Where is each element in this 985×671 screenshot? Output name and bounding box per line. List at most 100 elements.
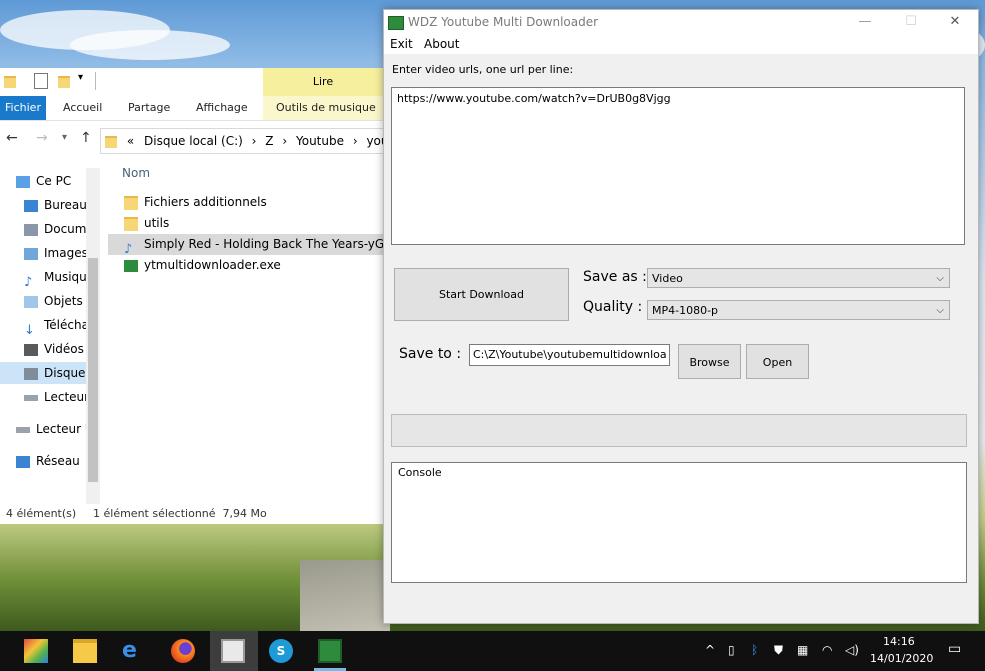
list-item-selected[interactable]: ♪ Simply Red - Holding Back The Years-yG.…	[108, 234, 383, 255]
breadcrumb-current[interactable]: youtub	[366, 134, 383, 148]
taskbar: e S ^ ▯ ᛒ ⛊ ▦ ◠ ◁) 14:16 14/01/2020 ▭	[0, 631, 985, 671]
drive-icon	[24, 367, 38, 380]
status-selection: 1 élément sélectionné 7,94 Mo	[93, 507, 267, 520]
new-folder-icon[interactable]	[58, 76, 70, 88]
audio-file-icon: ♪	[124, 241, 133, 256]
bluetooth-icon[interactable]: ᛒ	[751, 643, 758, 657]
navigation-pane: Ce PC Bureau Docum Images ♪ Musiqu Objets…	[0, 168, 100, 504]
shield-icon[interactable]: ⛊	[774, 643, 783, 658]
desktop-icon	[24, 199, 38, 212]
start-download-button[interactable]: Start Download	[394, 268, 569, 321]
s-app-icon[interactable]: S	[269, 639, 293, 663]
chevron-down-icon: ⌵	[936, 273, 944, 284]
road	[300, 560, 390, 631]
address-bar-row: ← → ▾ ↑ « Disque local (C:) › Z › Youtub…	[0, 126, 383, 154]
maximize-icon[interactable]: ☐	[888, 10, 934, 34]
properties-icon[interactable]	[34, 73, 48, 89]
edge-icon[interactable]: e	[122, 639, 146, 663]
address-box[interactable]: « Disque local (C:) › Z › Youtube › yout…	[100, 128, 383, 154]
nav-label: Bureau	[44, 198, 87, 212]
downloader-window[interactable]: WDZ Youtube Multi Downloader — ☐ ✕ Exit …	[383, 9, 979, 624]
file-name: Simply Red - Holding Back The Years-yG..…	[144, 237, 383, 251]
menu-bar: Exit About	[384, 34, 978, 54]
quality-select[interactable]: MP4-1080-p ⌵	[647, 300, 950, 320]
tab-fichier[interactable]: Fichier	[0, 96, 46, 120]
file-list: Nom Fichiers additionnels utils ♪ Simply …	[108, 160, 383, 500]
breadcrumb-z[interactable]: Z	[265, 134, 273, 148]
nav-scrollbar-thumb[interactable]	[88, 258, 98, 482]
chevron-down-icon: ⌵	[936, 305, 944, 316]
close-icon[interactable]: ✕	[932, 10, 978, 34]
breadcrumb-disque[interactable]: Disque local (C:)	[144, 134, 243, 148]
save-as-value: Video	[652, 272, 683, 285]
nav-label: Lecteur	[44, 390, 90, 404]
breadcrumb-sep[interactable]: ›	[252, 134, 257, 148]
minimize-icon[interactable]: —	[842, 10, 888, 34]
usb-drive-icon	[16, 426, 30, 433]
quality-label: Quality :	[583, 299, 643, 315]
nav-label: Vidéos	[44, 342, 84, 356]
up-icon[interactable]: ↑	[80, 130, 92, 146]
menu-about[interactable]: About	[424, 34, 459, 54]
column-header-name[interactable]: Nom	[122, 166, 150, 180]
usb-icon[interactable]: ▯	[728, 643, 735, 657]
back-icon[interactable]: ←	[6, 130, 18, 146]
breadcrumb-overflow[interactable]: «	[127, 134, 134, 148]
tab-affichage[interactable]: Affichage	[196, 96, 248, 120]
breadcrumb-youtube[interactable]: Youtube	[296, 134, 344, 148]
notifications-icon[interactable]: ▭	[948, 641, 961, 657]
clock-time[interactable]: 14:16	[883, 635, 915, 648]
download-icon: ↓	[24, 322, 35, 337]
status-bar: 4 élément(s) 1 élément sélectionné 7,94 …	[0, 504, 383, 524]
recent-locations-icon[interactable]: ▾	[62, 132, 67, 143]
computer-icon	[16, 175, 30, 188]
folder-icon[interactable]	[4, 76, 16, 88]
browse-button[interactable]: Browse	[678, 344, 741, 379]
3d-objects-icon	[24, 295, 38, 308]
breadcrumb-sep[interactable]: ›	[282, 134, 287, 148]
list-item[interactable]: utils	[108, 213, 383, 234]
clock-date[interactable]: 14/01/2020	[870, 652, 933, 665]
music-icon: ♪	[24, 274, 33, 289]
nav-label: Réseau	[36, 454, 80, 468]
input-icon[interactable]: ▦	[797, 643, 808, 657]
save-as-select[interactable]: Video ⌵	[647, 268, 950, 288]
pictures-icon	[24, 247, 38, 260]
customize-toolbar-icon[interactable]: ▾	[78, 72, 83, 83]
tab-accueil[interactable]: Accueil	[63, 96, 102, 120]
folder-icon	[124, 216, 138, 231]
paint-app-icon[interactable]	[24, 639, 48, 663]
exe-file-icon	[124, 259, 138, 272]
file-explorer-window[interactable]: ▾ Lire Fichier Accueil Partage Affichage…	[0, 68, 384, 524]
title-bar[interactable]: WDZ Youtube Multi Downloader — ☐ ✕	[384, 10, 978, 34]
quality-value: MP4-1080-p	[652, 304, 719, 317]
nav-label: Musiqu	[44, 270, 87, 284]
file-explorer-icon[interactable]	[73, 639, 97, 663]
save-to-input[interactable]: C:\Z\Youtube\youtubemultidownloa	[469, 344, 670, 366]
tab-outils-musique[interactable]: Outils de musique	[276, 96, 376, 120]
file-name: utils	[144, 216, 170, 230]
urls-textarea[interactable]: https://www.youtube.com/watch?v=DrUB0g8V…	[391, 87, 965, 245]
console-output[interactable]: Console	[391, 462, 967, 583]
ribbon-tabs: Fichier Accueil Partage Affichage Outils…	[0, 96, 383, 121]
downloader-taskbar-icon[interactable]	[318, 639, 342, 663]
window-title: WDZ Youtube Multi Downloader	[408, 15, 599, 29]
save-to-label: Save to :	[399, 346, 462, 362]
firefox-icon[interactable]	[171, 639, 195, 663]
monitor-app-icon[interactable]	[221, 639, 245, 663]
menu-exit[interactable]: Exit	[390, 34, 413, 54]
breadcrumb-sep[interactable]: ›	[353, 134, 358, 148]
open-button[interactable]: Open	[746, 344, 809, 379]
documents-icon	[24, 223, 38, 236]
context-tab-header: Lire	[263, 68, 383, 96]
drive-icon	[24, 394, 38, 401]
wifi-icon[interactable]: ◠	[822, 643, 832, 657]
forward-icon[interactable]: →	[36, 130, 48, 146]
volume-icon[interactable]: ◁)	[845, 643, 859, 657]
list-item[interactable]: ytmultidownloader.exe	[108, 255, 383, 276]
chevron-up-icon[interactable]: ^	[705, 643, 715, 657]
divider	[95, 72, 96, 90]
tab-partage[interactable]: Partage	[128, 96, 170, 120]
nav-item-disque-local[interactable]: Disque	[0, 362, 86, 384]
list-item[interactable]: Fichiers additionnels	[108, 192, 383, 213]
